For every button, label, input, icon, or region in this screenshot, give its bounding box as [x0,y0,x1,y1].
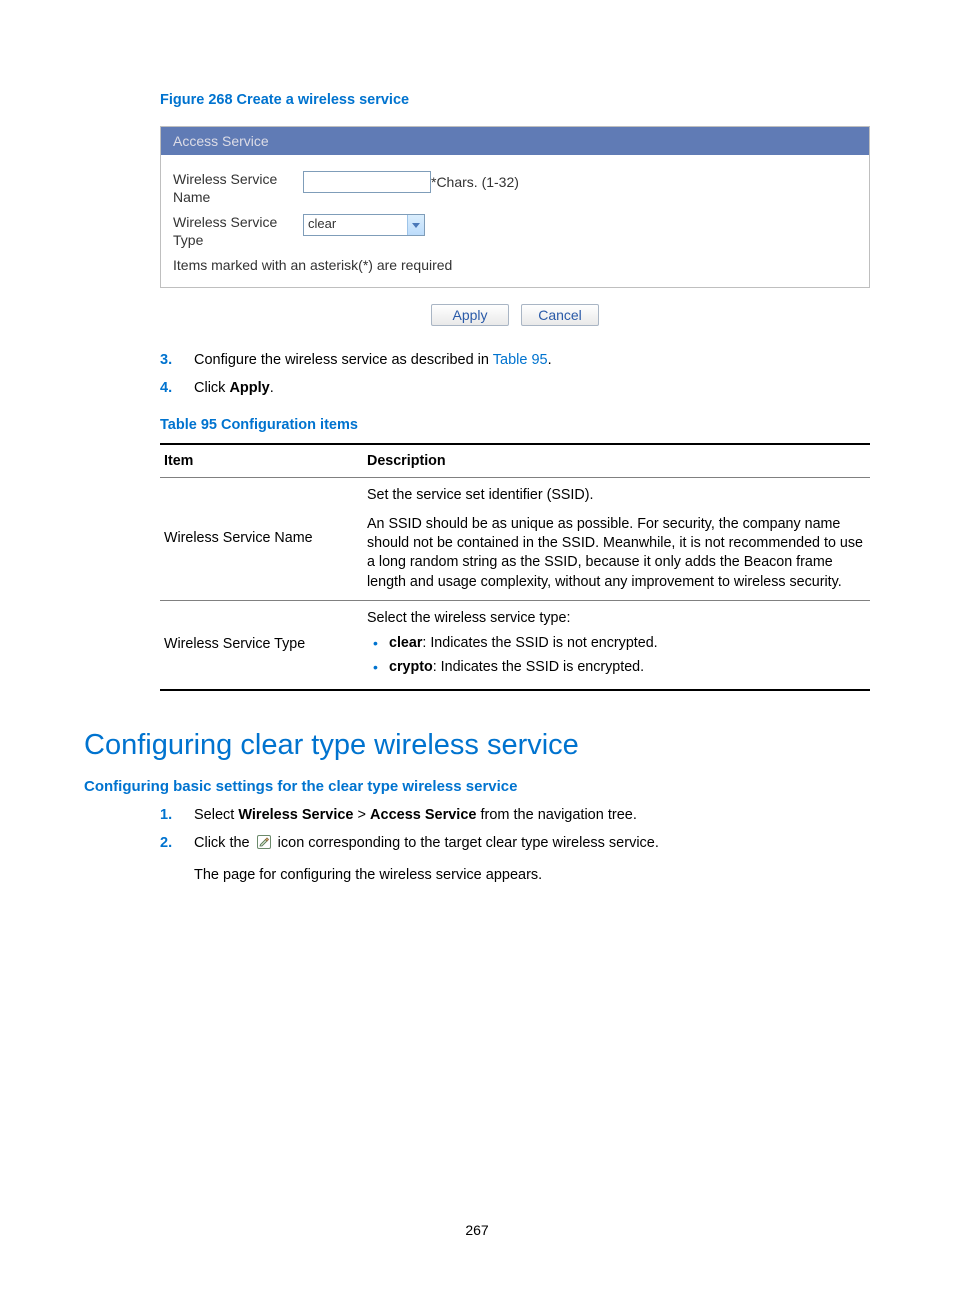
step-text: . [548,352,552,368]
hint-chars: *Chars. (1-32) [431,174,519,190]
label-service-type: Wireless Service Type [173,214,303,249]
form-row-type: Wireless Service Type clear [161,210,869,253]
bullet-text: : Indicates the SSID is encrypted. [433,659,644,675]
desc-line: Select the wireless service type: [367,609,866,628]
desc-line: Set the service set identifier (SSID). [367,486,866,505]
step-text: > [354,807,371,823]
figure-box: Access Service Wireless Service Name *Ch… [160,126,870,288]
apply-button[interactable]: Apply [431,304,509,326]
cell-item: Wireless Service Name [160,477,363,600]
figure-buttons: Apply Cancel [160,304,870,326]
bullet-bold: clear [389,635,422,651]
figure-caption: Figure 268 Create a wireless service [160,92,870,108]
cell-item: Wireless Service Type [160,601,363,690]
page-number: 267 [0,1222,954,1238]
wireless-service-type-select[interactable]: clear [303,214,425,236]
step-4: 4. Click Apply. [160,378,870,398]
step-text: Click the [194,835,254,851]
chevron-down-icon[interactable] [407,215,424,235]
step-bold: Access Service [370,807,476,823]
required-note: Items marked with an asterisk(*) are req… [161,253,869,279]
label-service-name: Wireless Service Name [173,171,303,206]
cell-description: Select the wireless service type: clear:… [363,601,870,690]
step-text: Select [194,807,238,823]
step-number: 3. [160,350,172,370]
step-text: from the navigation tree. [476,807,636,823]
bullet-text: : Indicates the SSID is not encrypted. [422,635,657,651]
table-row: Wireless Service Type Select the wireles… [160,601,870,690]
table-caption: Table 95 Configuration items [160,417,870,433]
th-item: Item [160,444,363,478]
step-bold: Apply [229,380,269,396]
edit-icon [256,834,272,856]
steps-list-a: 3. Configure the wireless service as des… [160,350,870,399]
table-row: Wireless Service Name Set the service se… [160,477,870,600]
step-2: 2. Click the icon corresponding to the t… [160,833,870,885]
step-text: Click [194,380,229,396]
step-text: icon corresponding to the target clear t… [274,835,659,851]
select-value: clear [304,215,407,235]
subsection-heading: Configuring basic settings for the clear… [84,778,870,795]
cancel-button[interactable]: Cancel [521,304,599,326]
th-description: Description [363,444,870,478]
step-followup: The page for configuring the wireless se… [194,865,870,886]
step-1: 1. Select Wireless Service > Access Serv… [160,805,870,825]
config-table: Item Description Wireless Service Name S… [160,443,870,691]
link-table-95[interactable]: Table 95 [493,352,548,368]
list-item: crypto: Indicates the SSID is encrypted. [367,658,866,677]
bullet-list: clear: Indicates the SSID is not encrypt… [367,634,866,677]
desc-para: An SSID should be as unique as possible.… [367,515,866,592]
form-row-name: Wireless Service Name *Chars. (1-32) [161,167,869,210]
tab-access-service[interactable]: Access Service [161,127,869,155]
step-number: 4. [160,378,172,398]
section-heading: Configuring clear type wireless service [84,729,870,762]
wireless-service-name-input[interactable] [303,171,431,193]
cell-description: Set the service set identifier (SSID). A… [363,477,870,600]
step-3: 3. Configure the wireless service as des… [160,350,870,370]
step-text: . [270,380,274,396]
step-bold: Wireless Service [238,807,353,823]
steps-list-b: 1. Select Wireless Service > Access Serv… [160,805,870,886]
step-text: Configure the wireless service as descri… [194,352,493,368]
figure-body: Wireless Service Name *Chars. (1-32) Wir… [161,155,869,287]
bullet-bold: crypto [389,659,433,675]
step-number: 2. [160,833,172,853]
step-number: 1. [160,805,172,825]
list-item: clear: Indicates the SSID is not encrypt… [367,634,866,653]
